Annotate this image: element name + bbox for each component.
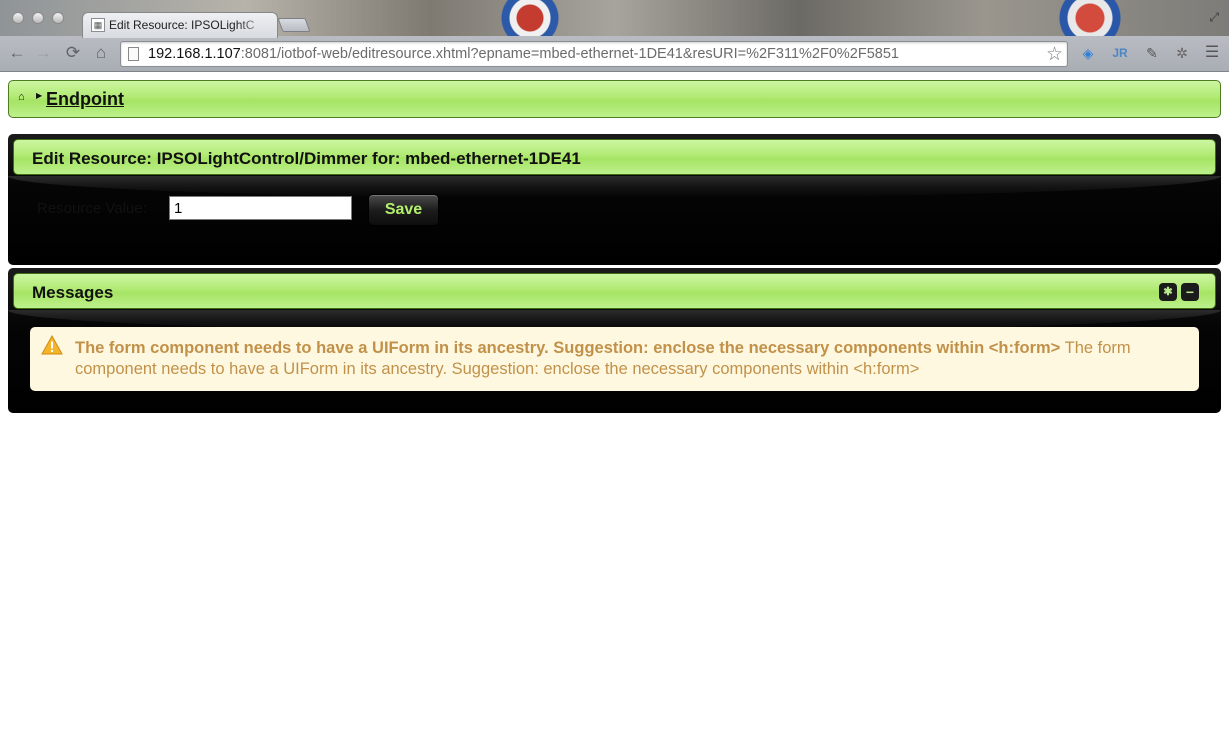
tab-title: Edit Resource: IPSOLightC [109,18,255,32]
resource-value-label: Resource Value: [37,200,147,217]
home-icon[interactable]: ⌂ [18,91,25,103]
zoom-window-button[interactable] [52,12,64,24]
breadcrumb-link-endpoint[interactable]: Endpoint [46,89,124,110]
extension-globe-icon[interactable]: ◈ [1078,43,1098,63]
extension-gear-icon[interactable]: ✲ [1172,43,1192,63]
minimize-window-button[interactable] [32,12,44,24]
resource-value-input[interactable] [169,196,352,220]
bookmark-star-icon[interactable]: ☆ [1046,43,1063,66]
message-summary: The form component needs to have a UIFor… [75,339,1061,357]
reload-icon[interactable]: ⟳ [62,42,84,64]
browser-tab[interactable]: ▦ Edit Resource: IPSOLightC [82,12,278,38]
menu-icon[interactable]: ☰ [1202,43,1222,63]
warning-message: The form component needs to have a UIFor… [30,327,1199,391]
messages-title: Messages [32,283,114,302]
fullscreen-icon[interactable]: ⤢ [1209,10,1219,25]
edit-resource-panel: Edit Resource: IPSOLightControl/Dimmer f… [8,134,1221,265]
url-text: 192.168.1.107:8081/iotbof-web/editresour… [148,46,899,62]
home-icon[interactable]: ⌂ [90,42,112,64]
forward-arrow-icon[interactable]: → [32,42,54,64]
panel-minimize-icon[interactable]: − [1181,283,1199,301]
panel-settings-icon[interactable]: ✱ [1159,283,1177,301]
page-icon [128,47,139,61]
message-text: The form component needs to have a UIFor… [75,338,1185,380]
back-arrow-icon[interactable]: ← [6,42,28,64]
extension-tool-icon[interactable]: ✎ [1142,43,1162,63]
close-window-button[interactable] [12,12,24,24]
address-bar[interactable]: 192.168.1.107:8081/iotbof-web/editresour… [120,41,1068,67]
save-button[interactable]: Save [368,194,439,226]
new-tab-button[interactable] [277,18,311,32]
page-favicon-icon: ▦ [91,18,105,32]
panel-wave-decoration [8,176,1221,198]
page-title: Edit Resource: IPSOLightControl/Dimmer f… [32,149,581,168]
extension-jr-icon[interactable]: JR [1110,43,1130,63]
breadcrumb: ⌂ ▶ Endpoint [8,80,1221,118]
breadcrumb-separator-icon: ▶ [36,91,43,100]
messages-header: Messages ✱ − [13,273,1216,309]
browser-chrome: ▦ Edit Resource: IPSOLightC ⤢ ← → ⟳ ⌂ 19… [0,0,1229,72]
messages-panel: Messages ✱ − The form component needs to… [8,268,1221,413]
warning-icon [41,335,63,355]
edit-resource-header: Edit Resource: IPSOLightControl/Dimmer f… [13,139,1216,175]
